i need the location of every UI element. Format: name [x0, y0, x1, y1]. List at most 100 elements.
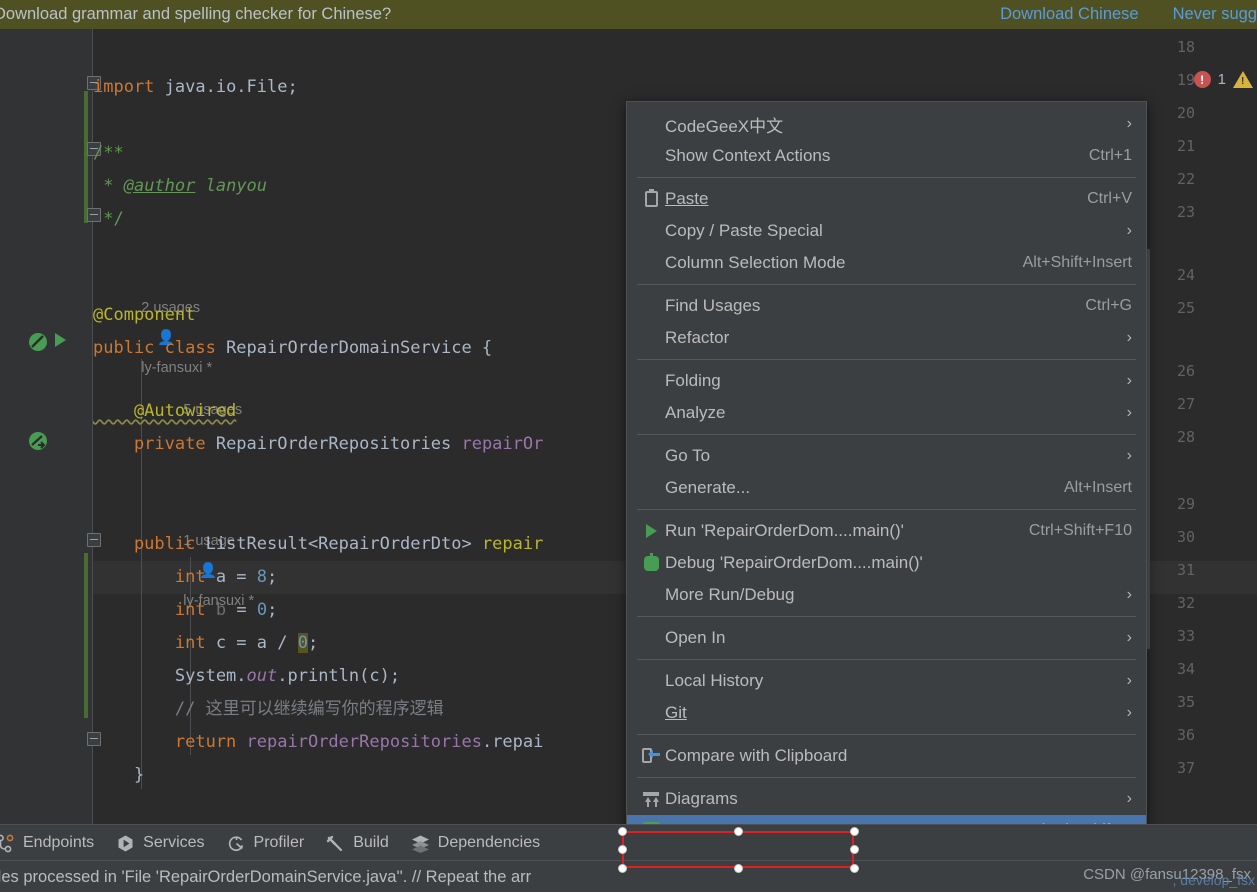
code-token: int [93, 567, 206, 587]
menu-item-run[interactable]: Run 'RepairOrderDom....main()' Ctrl+Shif… [627, 515, 1146, 547]
chevron-right-icon: › [1126, 372, 1132, 389]
tool-window-endpoints[interactable]: Endpoints [0, 834, 108, 853]
menu-item-analyze[interactable]: Analyze › [627, 397, 1146, 429]
spring-autowired-icon[interactable] [28, 431, 48, 451]
menu-item-compare-with-clipboard[interactable]: Compare with Clipboard [627, 740, 1146, 772]
editor-gutter[interactable] [0, 29, 92, 824]
code-token: = [226, 600, 257, 620]
code-token: ; [267, 600, 278, 620]
resize-handle-w[interactable] [618, 845, 627, 854]
code-line-25[interactable]: public class RepairOrderDomainService { [93, 332, 492, 365]
menu-item-label: Column Selection Mode [665, 253, 846, 272]
code-line-29[interactable]: public ListResult<RepairOrderDto> repair [93, 528, 543, 561]
code-line-30[interactable]: int a = 8; [93, 561, 277, 594]
code-token: public class [93, 338, 216, 358]
run-gutter-icon[interactable] [55, 333, 75, 353]
resize-handle-se[interactable] [850, 864, 859, 873]
menu-item-open-in[interactable]: Open In › [627, 622, 1146, 654]
inlay-hint-usages[interactable]: 1 usage 👤 ly-fansuxi * [151, 496, 254, 609]
code-line-21[interactable]: /** [93, 137, 124, 170]
vcs-change-marker[interactable] [84, 91, 88, 223]
code-line-31[interactable]: int b = 0; [93, 594, 277, 627]
code-token: /** [93, 143, 124, 163]
menu-item-label: Open In [665, 628, 726, 647]
tool-window-services[interactable]: Services [116, 834, 218, 853]
clipboard-icon [637, 189, 665, 207]
code-token: c = a / [205, 633, 298, 653]
code-line-22[interactable]: * @author lanyou [93, 170, 267, 203]
code-line-36[interactable]: } [93, 759, 144, 792]
inlay-hint-usages[interactable]: 5 usages [151, 365, 242, 418]
inlay-hint-usages[interactable]: 2 usages 👤 ly-fansuxi * [109, 263, 212, 376]
services-icon [116, 834, 135, 853]
menu-item-generate[interactable]: Generate... Alt+Insert [627, 472, 1146, 504]
resize-handle-n[interactable] [734, 827, 743, 836]
code-token: out [246, 666, 278, 686]
notification-banner: Download grammar and spelling checker fo… [0, 0, 1257, 29]
inspections-widget[interactable]: ! 1 [1193, 71, 1253, 88]
menu-separator [637, 734, 1136, 735]
code-line-23[interactable]: */ [93, 203, 124, 236]
lightbulb-icon [637, 148, 665, 165]
tool-window-dependencies[interactable]: Dependencies [411, 834, 554, 853]
javadoc-author-tag[interactable]: @author [124, 176, 196, 196]
menu-item-find-usages[interactable]: Find Usages Ctrl+G [627, 290, 1146, 322]
endpoints-icon [0, 834, 15, 853]
warning-triangle-icon [1233, 71, 1253, 88]
code-line-34[interactable]: // 这里可以继续编写你的程序逻辑 [93, 693, 444, 726]
menu-item-label: Compare with Clipboard [665, 746, 848, 765]
menu-item-label: Show Context Actions [665, 146, 831, 165]
code-line-33[interactable]: System.out.println(c); [93, 660, 400, 693]
download-chinese-link[interactable]: Download Chinese [1000, 5, 1139, 24]
debug-bug-icon [637, 552, 665, 571]
code-line-26[interactable]: @Autowired [93, 395, 236, 428]
menu-item-codegeex[interactable]: CodeGeeX中文 › [627, 108, 1146, 140]
profiler-icon [227, 834, 246, 853]
code-token: */ [93, 209, 124, 229]
chevron-right-icon: › [1126, 329, 1132, 346]
menu-item-paste[interactable]: Paste Ctrl+V [627, 183, 1146, 215]
code-line-19[interactable]: import java.io.File; [93, 71, 298, 104]
resize-handle-nw[interactable] [618, 827, 627, 836]
resize-handle-s[interactable] [734, 864, 743, 873]
menu-item-folding[interactable]: Folding › [627, 365, 1146, 397]
menu-item-column-selection-mode[interactable]: Column Selection Mode Alt+Shift+Insert [627, 247, 1146, 279]
code-token: * [93, 176, 124, 196]
code-token: return [93, 732, 237, 752]
tool-window-label: Dependencies [437, 834, 541, 851]
code-token: System. [93, 666, 247, 686]
menu-item-local-history[interactable]: Local History › [627, 665, 1146, 697]
resize-handle-e[interactable] [850, 845, 859, 854]
menu-item-go-to[interactable]: Go To › [627, 440, 1146, 472]
never-suggest-link[interactable]: Never sugg [1173, 5, 1257, 24]
code-line-32[interactable]: int c = a / 0; [93, 627, 318, 660]
menu-item-debug[interactable]: Debug 'RepairOrderDom....main()' [627, 547, 1146, 579]
menu-item-show-context-actions[interactable]: Show Context Actions Ctrl+1 [627, 140, 1146, 172]
code-line-27[interactable]: private RepairOrderRepositories repairOr [93, 428, 543, 461]
menu-item-more-run-debug[interactable]: More Run/Debug › [627, 579, 1146, 611]
code-line-24[interactable]: @Component [93, 299, 195, 332]
resize-handle-ne[interactable] [850, 827, 859, 836]
code-token: } [93, 765, 145, 785]
chevron-right-icon: › [1126, 704, 1132, 721]
tool-window-build[interactable]: Build [326, 834, 403, 853]
menu-item-shortcut: Ctrl+V [1087, 190, 1132, 207]
menu-item-git[interactable]: Git › [627, 697, 1146, 729]
editor-context-menu[interactable]: CodeGeeX中文 › Show Context Actions Ctrl+1… [626, 101, 1147, 884]
spring-bean-icon[interactable] [28, 332, 48, 352]
menu-item-copy-paste-special[interactable]: Copy / Paste Special › [627, 215, 1146, 247]
code-token: int [93, 633, 206, 653]
menu-item-diagrams[interactable]: Diagrams › [627, 783, 1146, 815]
tool-window-profiler[interactable]: Profiler [227, 834, 319, 853]
menu-item-refactor[interactable]: Refactor › [627, 322, 1146, 354]
code-token: RepairOrderRepositories [205, 434, 462, 454]
code-token: ; [307, 633, 319, 653]
code-line-35[interactable]: return repairOrderRepositories.repai [93, 726, 544, 759]
menu-separator [637, 284, 1136, 285]
code-token: repairOrderRepositories [246, 732, 482, 752]
resize-handle-sw[interactable] [618, 864, 627, 873]
chevron-right-icon: › [1126, 404, 1132, 421]
tool-window-label: Profiler [253, 834, 305, 851]
vcs-change-marker[interactable] [84, 553, 88, 718]
